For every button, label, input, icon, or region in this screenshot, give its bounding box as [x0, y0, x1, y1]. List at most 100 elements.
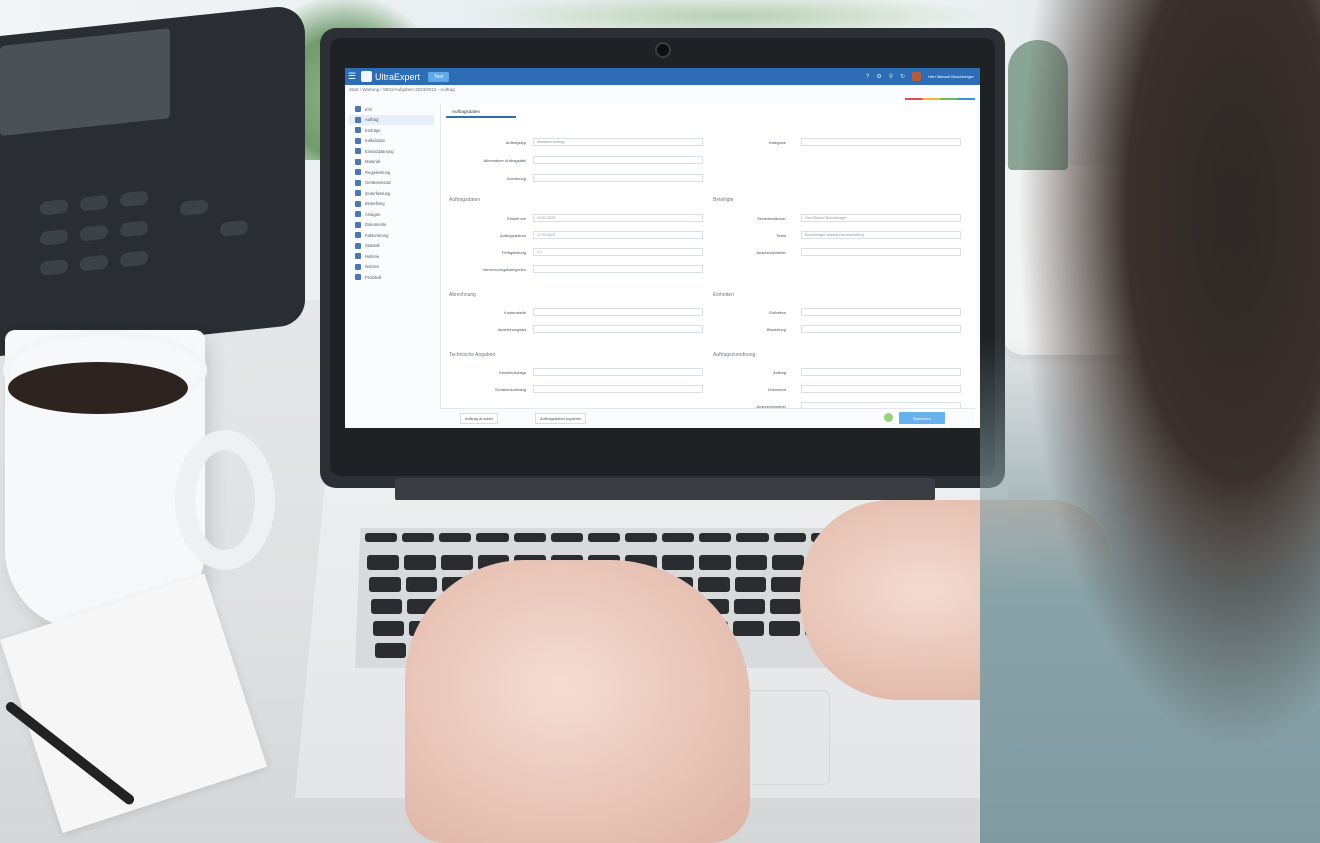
topbar-icons: ? ⚙ ⚲ ↻ Herr Manuel Buschberger — [866, 72, 980, 81]
wrench-icon — [355, 169, 361, 176]
sidebar-item[interactable]: Bestellung — [349, 199, 434, 210]
sidebar-item[interactable]: Material — [349, 157, 434, 168]
copy-button[interactable]: Auftragsdaten kopieren — [535, 413, 587, 424]
sidebar-item[interactable]: Einsatzplanung — [349, 146, 434, 157]
sidebar-item[interactable]: Auftrag — [349, 114, 434, 125]
sidebar-item[interactable]: Notizen — [349, 262, 434, 273]
section-title: Auftragsdaten — [449, 197, 481, 203]
form-field[interactable] — [533, 174, 703, 182]
calculator-icon — [355, 137, 361, 144]
search-icon[interactable]: ⚲ — [889, 73, 893, 80]
refresh-icon[interactable]: ↻ — [900, 73, 905, 80]
form-field[interactable] — [533, 156, 703, 164]
keyboard-key — [375, 643, 406, 658]
webcam — [655, 42, 671, 58]
field-label: Schadensumfang — [494, 387, 526, 392]
tab-auftragsdaten[interactable]: Auftragsdaten — [446, 106, 516, 118]
help-icon[interactable]: ? — [866, 74, 869, 80]
app-brand: UltraExpert — [375, 71, 421, 82]
form-field[interactable] — [533, 265, 703, 273]
field-label: Zuordnung — [506, 176, 526, 181]
sidebar-item[interactable]: Statistik — [349, 241, 434, 252]
form-field[interactable]: 12.01.2023 — [533, 214, 703, 222]
form-field[interactable] — [533, 385, 703, 393]
sidebar-item[interactable]: Kalkulation — [349, 136, 434, 147]
status-indicator — [884, 413, 893, 422]
avatar[interactable] — [912, 72, 922, 81]
keyboard-key — [369, 577, 401, 592]
keyboard-key — [736, 533, 769, 542]
field-label: Alternativer Auftragstitel — [483, 158, 526, 163]
section-title: Auftragszuordnung — [713, 352, 756, 358]
keyboard-key — [371, 599, 403, 614]
form-field[interactable]: Standard-Auftrag — [533, 138, 703, 146]
sidebar-item-label: Zeiterfassung — [365, 190, 391, 196]
form-field[interactable] — [801, 138, 961, 146]
history-icon — [355, 253, 361, 260]
form-field[interactable] — [801, 385, 961, 393]
keyboard-key — [734, 577, 767, 592]
sidebar-item[interactable]: Geräteeinsatz — [349, 178, 434, 189]
invoice-icon — [355, 232, 361, 239]
sidebar-item[interactable]: Regieleistung — [349, 167, 434, 178]
user-name[interactable]: Herr Manuel Buschberger — [928, 74, 974, 79]
form-field[interactable]: Buschberger Manuel (Verantwortlich) — [801, 231, 961, 239]
field-label: Bewertung — [766, 327, 786, 332]
keyboard-key — [698, 555, 731, 570]
section-title: Abrechnung — [449, 292, 476, 298]
left-hand — [405, 560, 750, 843]
sidebar-item[interactable]: Zeiterfassung — [349, 188, 434, 199]
keyboard-key — [403, 555, 436, 570]
sidebar-item[interactable]: Einträge — [349, 125, 434, 136]
tab-label: Auftragsdaten — [452, 108, 481, 114]
form-field[interactable]: 2.1 — [533, 248, 703, 256]
form-field[interactable] — [801, 308, 961, 316]
phone-key — [220, 219, 248, 237]
sidebar-item[interactable]: Historie — [349, 251, 434, 262]
phone-key — [80, 194, 108, 212]
sidebar-item[interactable]: Protokoll — [349, 272, 434, 283]
print-button[interactable]: Auftrag drucken — [460, 413, 499, 424]
sidebar-item[interactable]: Fakturierung — [349, 230, 434, 241]
document-icon — [355, 116, 361, 123]
form-field[interactable] — [801, 368, 961, 376]
sidebar-item-label: Auftrag — [365, 117, 379, 123]
field-label: Auftragsdatum — [499, 233, 526, 238]
sidebar-item[interactable]: Dokumente — [349, 220, 434, 231]
person-silhouette — [980, 0, 1320, 843]
sidebar-item-label: Einsatzplanung — [365, 148, 394, 154]
form-field[interactable]: 17.03.2023 — [533, 231, 703, 239]
phone-key — [120, 250, 148, 268]
environment-badge: Test — [428, 71, 450, 82]
form-field[interactable] — [801, 248, 961, 256]
truck-icon — [355, 179, 361, 186]
menu-icon[interactable]: ☰ — [345, 71, 359, 82]
coffee — [8, 362, 188, 414]
keyboard-key — [405, 577, 438, 592]
field-label: Kostenstelle — [504, 310, 526, 315]
field-label: Team — [776, 233, 786, 238]
sidebar-item-label: Protokoll — [365, 274, 382, 280]
keyboard-key — [773, 533, 806, 542]
info-icon — [355, 106, 361, 113]
form-field[interactable] — [533, 308, 703, 316]
breadcrumb[interactable]: Start / Wartung / WKD/Aufgaben 2023/0012… — [349, 87, 455, 92]
keyboard-key — [367, 555, 399, 570]
keyboard-key — [735, 555, 768, 570]
note-icon — [355, 263, 361, 270]
save-button[interactable]: Speichern — [899, 412, 945, 424]
sidebar-item[interactable]: Anlagen — [349, 209, 434, 220]
app-logo — [361, 71, 372, 82]
app-topbar: ☰ UltraExpert Test ? ⚙ ⚲ ↻ Herr Manuel B… — [345, 68, 980, 85]
phone-key — [80, 224, 108, 242]
field-label: Gewerk/Anlage — [498, 370, 526, 375]
form-field[interactable] — [533, 368, 703, 376]
phone-key — [80, 254, 108, 272]
form-field[interactable] — [533, 325, 703, 333]
settings-icon[interactable]: ⚙ — [876, 73, 881, 80]
clock-icon — [355, 190, 361, 197]
field-label: Auftragstyp — [505, 140, 526, 145]
form-field[interactable]: Herr Manuel Buschberger — [801, 214, 961, 222]
sidebar-item[interactable]: Info — [349, 104, 434, 115]
form-field[interactable] — [801, 325, 961, 333]
